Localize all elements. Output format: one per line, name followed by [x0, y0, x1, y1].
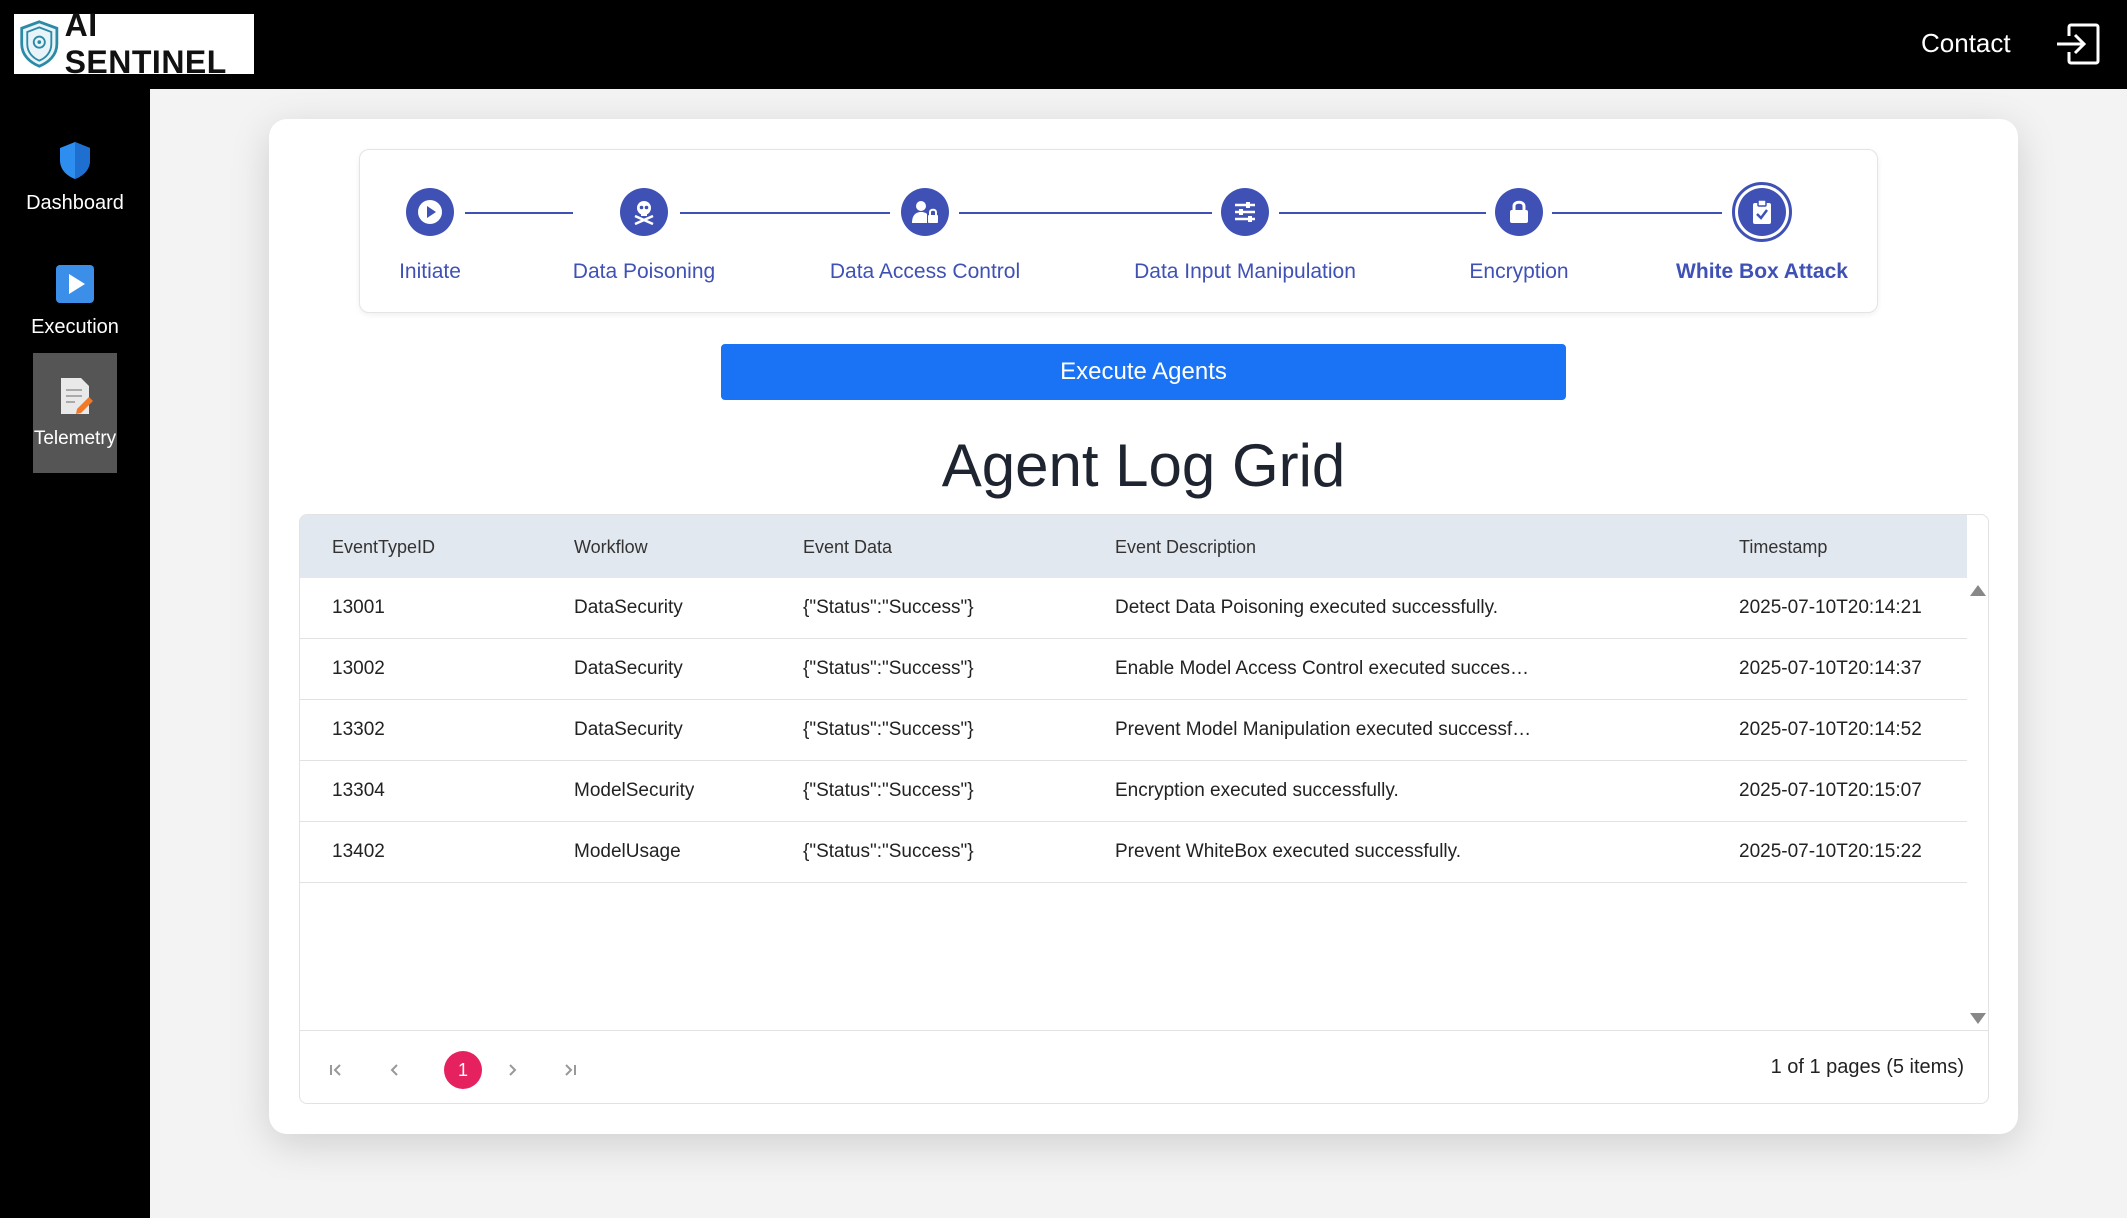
cell-workflow: DataSecurity: [574, 658, 683, 679]
next-page-icon[interactable]: [493, 1051, 531, 1089]
step-connector: [1552, 212, 1722, 214]
page-number-button[interactable]: 1: [444, 1051, 482, 1089]
cell-event-description: Encryption executed successfully.: [1115, 780, 1399, 801]
cell-workflow: ModelSecurity: [574, 780, 695, 801]
sidebar-item-label: Execution: [31, 315, 119, 338]
cell-timestamp: 2025-07-10T20:15:07: [1739, 780, 1922, 801]
step-connector: [465, 212, 573, 214]
grid-header: EventTypeID Workflow Event Data Event De…: [300, 515, 1967, 578]
step-connector: [680, 212, 890, 214]
cell-timestamp: 2025-07-10T20:14:21: [1739, 597, 1922, 618]
first-page-icon[interactable]: [317, 1051, 355, 1089]
cell-timestamp: 2025-07-10T20:15:22: [1739, 841, 1922, 862]
cell-event-data: {"Status":"Success"}: [803, 841, 974, 862]
cell-eventtypeid: 13001: [332, 597, 385, 618]
cell-event-data: {"Status":"Success"}: [803, 719, 974, 740]
step-white-box-attack[interactable]: [1732, 182, 1792, 242]
grid-pager: 1 1 of 1 pages (5 items): [300, 1030, 1988, 1103]
sidebar-item-label: Telemetry: [33, 428, 117, 449]
step-encryption[interactable]: [1495, 188, 1543, 236]
cell-eventtypeid: 13002: [332, 658, 385, 679]
play-icon: [418, 200, 442, 224]
cell-eventtypeid: 13402: [332, 841, 385, 862]
lock-icon: [1510, 200, 1528, 223]
play-icon: [56, 264, 94, 303]
cell-event-description: Detect Data Poisoning executed successfu…: [1115, 597, 1499, 618]
cell-eventtypeid: 13302: [332, 719, 385, 740]
column-header-workflow[interactable]: Workflow: [574, 537, 648, 558]
sidebar-item-telemetry[interactable]: Telemetry: [33, 353, 117, 473]
scroll-down-arrow-icon[interactable]: [1970, 1013, 1986, 1024]
document-edit-icon: [61, 378, 93, 414]
clipboard-check-icon: [1753, 199, 1771, 224]
step-data-access-control[interactable]: [901, 188, 949, 236]
user-lock-icon: [912, 201, 938, 223]
execute-agents-button[interactable]: Execute Agents: [721, 344, 1566, 400]
table-row[interactable]: 13304 ModelSecurity {"Status":"Success"}…: [300, 761, 1967, 822]
table-row[interactable]: 13302 DataSecurity {"Status":"Success"} …: [300, 700, 1967, 761]
table-row[interactable]: 13402 ModelUsage {"Status":"Success"} Pr…: [300, 822, 1967, 883]
app-logo[interactable]: AI SENTINEL: [14, 7, 254, 80]
table-row[interactable]: 13001 DataSecurity {"Status":"Success"} …: [300, 578, 1967, 639]
cell-workflow: DataSecurity: [574, 597, 683, 618]
cell-event-data: {"Status":"Success"}: [803, 780, 974, 801]
cell-event-data: {"Status":"Success"}: [803, 597, 974, 618]
cell-timestamp: 2025-07-10T20:14:37: [1739, 658, 1922, 679]
logout-icon[interactable]: [2055, 22, 2101, 66]
step-connector: [1279, 212, 1486, 214]
sidebar-item-dashboard[interactable]: Dashboard: [0, 117, 150, 237]
pager-info: 1 of 1 pages (5 items): [1770, 1056, 1964, 1078]
sidebar-item-execution[interactable]: Execution: [0, 241, 150, 361]
previous-page-icon[interactable]: [376, 1051, 414, 1089]
logo-text: AI SENTINEL: [64, 7, 227, 80]
grid-title: Agent Log Grid: [941, 432, 1346, 499]
sliders-icon: [1235, 202, 1255, 222]
step-data-poisoning[interactable]: [620, 188, 668, 236]
cell-event-data: {"Status":"Success"}: [803, 658, 974, 679]
top-bar: AI SENTINEL Contact: [0, 0, 2127, 89]
cell-workflow: DataSecurity: [574, 719, 683, 740]
step-label[interactable]: Data Access Control: [830, 260, 1020, 284]
column-header-event-description[interactable]: Event Description: [1115, 537, 1535, 558]
cell-event-description: Prevent WhiteBox executed successfully.: [1115, 841, 1462, 862]
step-initiate[interactable]: [406, 188, 454, 236]
agent-log-grid: EventTypeID Workflow Event Data Event De…: [299, 514, 1989, 1104]
step-current-indicator: [1738, 188, 1786, 236]
cell-event-description: Prevent Model Manipulation executed succ…: [1115, 719, 1535, 740]
shield-logo-icon: [20, 20, 59, 68]
sidebar-item-label: Dashboard: [26, 191, 124, 214]
column-header-eventtypeid[interactable]: EventTypeID: [332, 537, 435, 558]
column-header-timestamp[interactable]: Timestamp: [1739, 537, 1827, 558]
contact-link[interactable]: Contact: [1921, 28, 2011, 59]
step-connector: [959, 212, 1212, 214]
cell-eventtypeid: 13304: [332, 780, 385, 801]
cell-event-description: Enable Model Access Control executed suc…: [1115, 658, 1535, 679]
column-header-event-data[interactable]: Event Data: [803, 537, 892, 558]
table-row[interactable]: 13002 DataSecurity {"Status":"Success"} …: [300, 639, 1967, 700]
scroll-up-arrow-icon[interactable]: [1970, 585, 1986, 596]
step-label[interactable]: White Box Attack: [1676, 260, 1848, 284]
step-label[interactable]: Data Poisoning: [573, 260, 715, 284]
step-data-input-manipulation[interactable]: [1221, 188, 1269, 236]
skull-crossbones-icon: [634, 201, 654, 225]
step-label[interactable]: Encryption: [1469, 260, 1568, 284]
shield-icon: [60, 141, 90, 179]
sidebar: Dashboard Execution Telemetry: [0, 89, 150, 1218]
step-label[interactable]: Initiate: [399, 260, 461, 284]
main-card: Initiate Data Poisoning Data Access Cont…: [269, 119, 2018, 1134]
last-page-icon[interactable]: [551, 1051, 589, 1089]
workflow-stepper: Initiate Data Poisoning Data Access Cont…: [359, 149, 1878, 313]
cell-workflow: ModelUsage: [574, 841, 681, 862]
step-label[interactable]: Data Input Manipulation: [1134, 260, 1356, 284]
cell-timestamp: 2025-07-10T20:14:52: [1739, 719, 1922, 740]
